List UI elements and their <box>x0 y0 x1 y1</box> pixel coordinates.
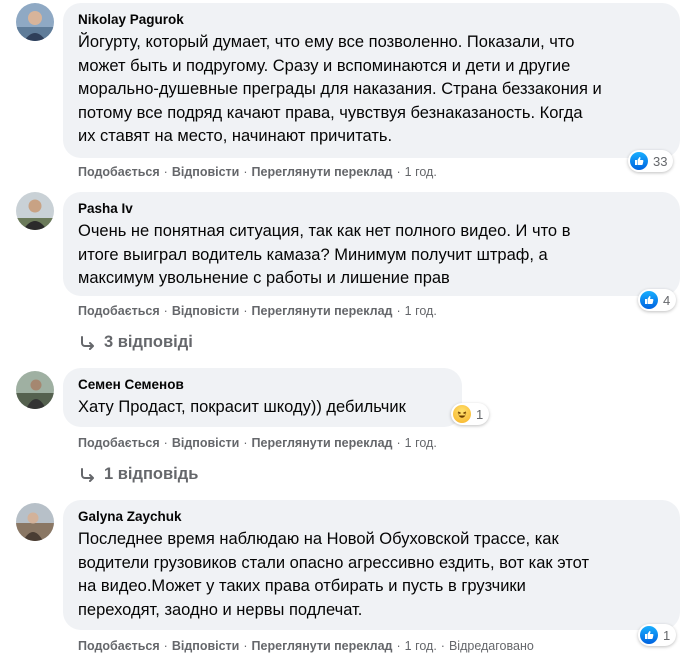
reaction-count-label: 1 <box>476 406 484 422</box>
like-icon <box>640 626 658 644</box>
comment-author[interactable]: Nikolay Pagurok <box>78 11 665 29</box>
reaction-count[interactable]: 33 <box>628 150 674 172</box>
reaction-count[interactable]: 4 <box>638 289 677 311</box>
replies-label: 3 відповіді <box>104 333 193 351</box>
comment-bubble: Galyna Zaychuk Последнее время наблюдаю … <box>63 500 680 630</box>
comment-time[interactable]: 1 год. <box>405 436 437 450</box>
reaction-count-label: 33 <box>653 153 668 169</box>
comment-line: Йогурту, который думает, что ему все поз… <box>78 33 575 51</box>
comment-text: Йогурту, который думает, что ему все поз… <box>78 31 665 149</box>
comment-text: Последнее время наблюдаю на Новой Обухов… <box>78 528 665 622</box>
comment-time[interactable]: 1 год. <box>405 304 437 318</box>
comment-actions: Подобається · Відповісти · Переглянути перек… <box>78 436 437 450</box>
like-button[interactable]: Подобається <box>78 165 160 179</box>
reaction-count-label: 4 <box>663 292 671 308</box>
comment-bubble: Семен Семенов Хату Продаст, покрасит шко… <box>63 368 462 427</box>
reply-button[interactable]: Відповісти <box>172 165 240 179</box>
reply-arrow-icon <box>81 335 94 350</box>
like-button[interactable]: Подобається <box>78 436 160 450</box>
translate-button[interactable]: Переглянути переклад <box>252 639 393 653</box>
like-button[interactable]: Подобається <box>78 304 160 318</box>
comment-actions: Подобається · Відповісти · Переглянути перек… <box>78 639 534 653</box>
reaction-count-label: 1 <box>663 627 671 643</box>
avatar[interactable] <box>16 192 54 230</box>
comment-author[interactable]: Galyna Zaychuk <box>78 508 665 526</box>
haha-icon <box>453 405 471 423</box>
comment-line: переходят, заодно и нервы подлечат. <box>78 600 363 619</box>
reply-button[interactable]: Відповісти <box>172 639 240 653</box>
comment-actions: Подобається · Відповісти · Переглянути перек… <box>78 165 437 179</box>
comment-line: морально-душевные преграды для наказания… <box>78 80 602 98</box>
comment-author[interactable]: Семен Семенов <box>78 376 447 394</box>
comment-time[interactable]: 1 год. <box>405 639 437 653</box>
comment-line: максимум увольнение с работы и лишение п… <box>78 269 450 287</box>
reaction-count[interactable]: 1 <box>638 624 677 646</box>
comment-line: Хату Продаст, покрасит шкоду)) дебильчик <box>78 398 406 416</box>
comment-line: на видео.Может у таких права отбирать и … <box>78 577 526 595</box>
reaction-count[interactable]: 1 <box>451 403 490 425</box>
view-replies-link[interactable]: 1 відповідь <box>80 465 198 484</box>
comment-author[interactable]: Pasha Iv <box>78 200 665 218</box>
like-icon <box>640 291 658 309</box>
reply-button[interactable]: Відповісти <box>172 304 240 318</box>
replies-label: 1 відповідь <box>104 465 199 483</box>
translate-button[interactable]: Переглянути переклад <box>252 304 393 318</box>
comment-line: может быть и подругому. Сразу и вспомина… <box>78 56 571 75</box>
edited-label: Відредаговано <box>448 639 534 653</box>
comment-text: Очень не понятная ситуация, так как нет … <box>78 220 665 291</box>
like-icon <box>630 152 648 170</box>
comment-text: Хату Продаст, покрасит шкоду)) дебильчик <box>78 396 447 420</box>
translate-button[interactable]: Переглянути переклад <box>252 165 393 179</box>
comment-actions: Подобається · Відповісти · Переглянути перек… <box>78 304 437 318</box>
reply-arrow-icon <box>81 467 94 482</box>
comment-line: их ставят на место, начинают причитать. <box>78 127 393 145</box>
translate-button[interactable]: Переглянути переклад <box>252 436 393 450</box>
reply-button[interactable]: Відповісти <box>172 436 240 450</box>
avatar[interactable] <box>16 3 54 41</box>
comment-line: водители грузовиков стали опасно агресси… <box>78 553 590 572</box>
comment-bubble: Pasha Iv Очень не понятная ситуация, так… <box>63 192 680 296</box>
comment-line: итоге выиграл водитель камаза? Минимум п… <box>78 245 548 264</box>
comment-line: Очень не понятная ситуация, так как нет … <box>78 222 571 240</box>
avatar[interactable] <box>16 371 54 409</box>
comment-line: потому все подряд качают права, чувствуя… <box>78 103 583 122</box>
comment-time[interactable]: 1 год. <box>405 165 437 179</box>
view-replies-link[interactable]: 3 відповіді <box>80 333 193 352</box>
comment-line: Последнее время наблюдаю на Новой Обухов… <box>78 530 559 548</box>
like-button[interactable]: Подобається <box>78 639 160 653</box>
avatar[interactable] <box>16 503 54 541</box>
comment-bubble: Nikolay Pagurok Йогурту, который думает,… <box>63 3 680 158</box>
